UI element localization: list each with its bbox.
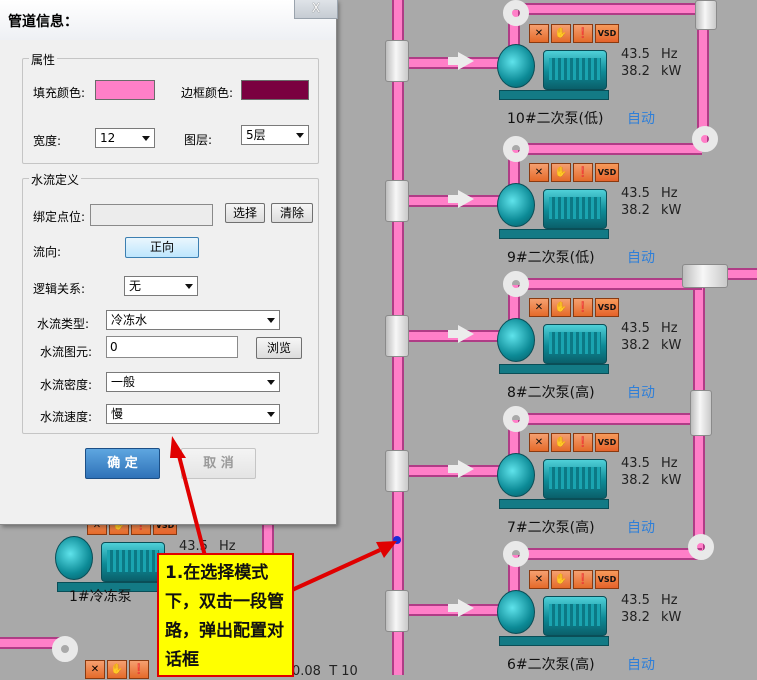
callout-arrows — [170, 436, 397, 592]
callout-arrow-to-dialog — [176, 451, 207, 557]
instruction-callout: 1.在选择模式下，双击一段管路，弹出配置对话框 — [157, 553, 294, 677]
callout-arrow-to-pipe — [291, 548, 381, 592]
arrowhead-icon — [170, 436, 186, 458]
